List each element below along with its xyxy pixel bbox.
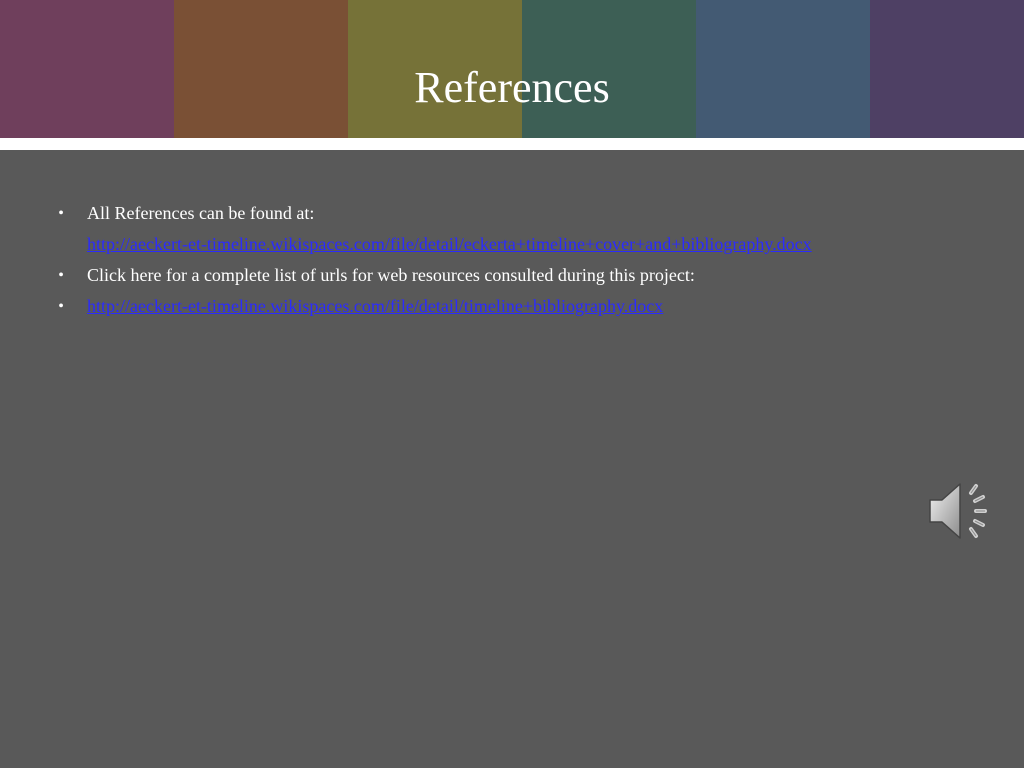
bullet-marker-2: • bbox=[58, 267, 64, 284]
reference-link-1[interactable]: http://aeckert-et-timeline.wikispaces.co… bbox=[87, 234, 812, 254]
bullet-item-2: • Click here for a complete list of urls… bbox=[54, 260, 974, 291]
bullet-item-3: • http://aeckert-et-timeline.wikispaces.… bbox=[54, 291, 974, 322]
bullet-marker-1: • bbox=[58, 205, 64, 222]
references-list: • All References can be found at: http:/… bbox=[54, 198, 974, 322]
reference-link-2[interactable]: http://aeckert-et-timeline.wikispaces.co… bbox=[87, 296, 663, 316]
bullet-text-2: Click here for a complete list of urls f… bbox=[87, 265, 695, 285]
bullet-marker-3: • bbox=[58, 298, 64, 315]
bullet-text-1: All References can be found at: bbox=[87, 203, 315, 223]
bullet-item-1: • All References can be found at: http:/… bbox=[54, 198, 974, 260]
header-divider-band bbox=[0, 138, 1024, 150]
speaker-icon[interactable] bbox=[926, 478, 998, 544]
slide: References • All References can be found… bbox=[0, 0, 1024, 768]
slide-title: References bbox=[414, 63, 610, 112]
